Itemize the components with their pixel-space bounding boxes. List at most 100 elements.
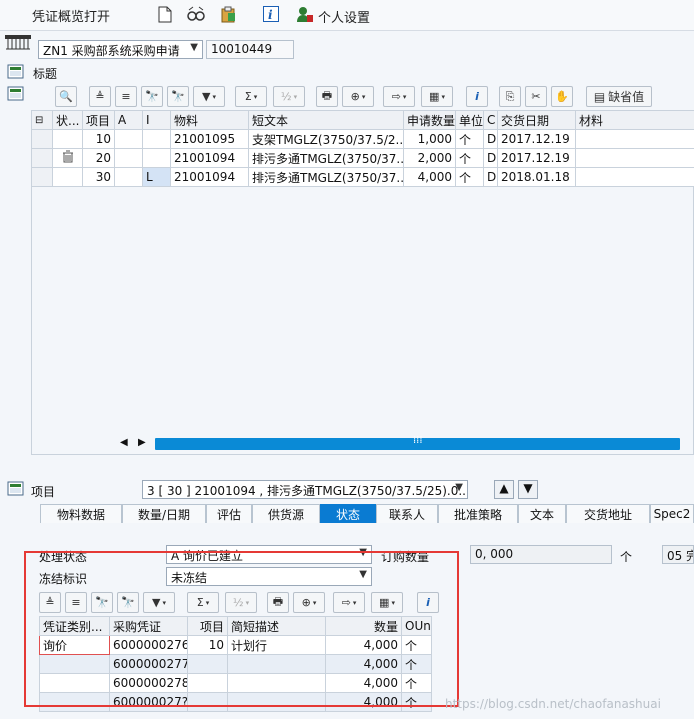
item-select[interactable]: 3 [ 30 ] 21001094 , 排污多通TMGLZ(3750/37.5/…: [142, 480, 468, 499]
row-order-unit[interactable]: 个: [401, 692, 432, 712]
subtotal-icon[interactable]: ½ ▾: [273, 86, 305, 107]
completion-field[interactable]: 05 完: [662, 545, 694, 564]
row-i[interactable]: [142, 129, 171, 149]
row-item[interactable]: 30: [82, 167, 115, 187]
col-order-unit[interactable]: OUn: [401, 616, 432, 636]
filter-icon[interactable]: ▼ ▾: [143, 592, 175, 613]
row-material-group[interactable]: [575, 148, 694, 168]
glasses-display-icon[interactable]: [187, 5, 205, 23]
row-short-desc[interactable]: [227, 673, 326, 693]
row-short-text[interactable]: 排污多通TMGLZ(3750/37...: [248, 148, 404, 168]
document-overview-icon[interactable]: [4, 34, 34, 52]
sort-descending-icon[interactable]: ≡: [115, 86, 137, 107]
tab-source-of-supply[interactable]: 供货源: [252, 504, 320, 523]
tab-delivery-address[interactable]: 交货地址: [566, 504, 650, 523]
sort-descending-icon[interactable]: ≡: [65, 592, 87, 613]
row-qty[interactable]: 4,000: [403, 167, 456, 187]
row-quantity[interactable]: 4,000: [325, 673, 402, 693]
attach-icon[interactable]: ✋: [551, 86, 573, 107]
subtotal-icon[interactable]: ½ ▾: [225, 592, 257, 613]
filter-icon[interactable]: ▼ ▾: [193, 86, 225, 107]
row-item[interactable]: 10: [82, 129, 115, 149]
row-qty[interactable]: 2,000: [403, 148, 456, 168]
layout-icon[interactable]: ▦ ▾: [371, 592, 403, 613]
row-quantity[interactable]: 4,000: [325, 654, 402, 674]
help-info-icon[interactable]: i: [466, 86, 488, 107]
row-unit[interactable]: 个: [455, 148, 484, 168]
sum-icon[interactable]: Σ ▾: [187, 592, 219, 613]
col-short-desc[interactable]: 简短描述: [227, 616, 326, 636]
col-request-qty[interactable]: 申请数量: [403, 110, 456, 130]
row-purchasing-doc[interactable]: 600000027?: [109, 692, 188, 712]
col-c[interactable]: C: [483, 110, 498, 130]
row-doc-category[interactable]: 询价: [39, 635, 110, 655]
row-a[interactable]: [114, 148, 143, 168]
table-row[interactable]: 600000027? 4,000 个: [39, 692, 432, 712]
row-quantity[interactable]: 4,000: [325, 692, 402, 712]
find-icon[interactable]: 🔭: [141, 86, 163, 107]
views-icon[interactable]: ⊕ ▾: [342, 86, 374, 107]
row-date[interactable]: 2018.01.18: [497, 167, 576, 187]
row-short-desc[interactable]: [227, 692, 326, 712]
next-item-button[interactable]: ▼: [518, 480, 538, 499]
document-number-field[interactable]: 10010449: [206, 40, 294, 59]
row-item[interactable]: [187, 692, 228, 712]
processing-status-select[interactable]: A 询价已建立 ▼: [166, 545, 372, 564]
default-values-button[interactable]: ▤ 缺省值: [586, 86, 652, 107]
col-i[interactable]: I: [142, 110, 171, 130]
row-order-unit[interactable]: 个: [401, 673, 432, 693]
row-short-desc[interactable]: 计划行: [227, 635, 326, 655]
freeze-indicator-select[interactable]: 未冻结 ▼: [166, 567, 372, 586]
row-item[interactable]: [187, 673, 228, 693]
row-doc-category[interactable]: [39, 654, 110, 674]
user-settings-icon[interactable]: [296, 5, 314, 23]
find-next-icon[interactable]: 🔭: [167, 86, 189, 107]
row-selector[interactable]: [31, 148, 53, 168]
row-i[interactable]: L: [142, 167, 171, 187]
col-doc-category[interactable]: 凭证类别...: [39, 616, 110, 636]
info-icon[interactable]: i: [262, 5, 280, 23]
scroll-left-icon[interactable]: ◀: [120, 437, 128, 448]
row-short-text[interactable]: 支架TMGLZ(3750/37.5/2...: [248, 129, 404, 149]
export-icon[interactable]: ⇨ ▾: [383, 86, 415, 107]
tab-material-data[interactable]: 物料数据: [40, 504, 122, 523]
row-item[interactable]: 10: [187, 635, 228, 655]
print-icon[interactable]: 🖶: [267, 592, 289, 613]
row-c[interactable]: D: [483, 148, 498, 168]
row-c[interactable]: D: [483, 129, 498, 149]
tab-release-strategy[interactable]: 批准策略: [438, 504, 518, 523]
row-order-unit[interactable]: 个: [401, 654, 432, 674]
row-selector[interactable]: [31, 167, 53, 187]
row-doc-category[interactable]: [39, 692, 110, 712]
row-date[interactable]: 2017.12.19: [497, 129, 576, 149]
export-icon[interactable]: ⇨ ▾: [333, 592, 365, 613]
row-material[interactable]: 21001094: [170, 167, 249, 187]
collapse-items-icon[interactable]: [7, 86, 25, 102]
row-item[interactable]: 20: [82, 148, 115, 168]
col-delivery-date[interactable]: 交货日期: [497, 110, 576, 130]
row-purchasing-doc[interactable]: 6000000276: [109, 635, 188, 655]
sum-icon[interactable]: Σ ▾: [235, 86, 267, 107]
row-material-group[interactable]: [575, 129, 694, 149]
col-a[interactable]: A: [114, 110, 143, 130]
table-row[interactable]: 6000000278 4,000 个: [39, 673, 432, 693]
col-unit[interactable]: 单位: [455, 110, 484, 130]
scroll-right-icon[interactable]: ▶: [138, 437, 146, 448]
sort-ascending-icon[interactable]: ≜: [39, 592, 61, 613]
row-qty[interactable]: 1,000: [403, 129, 456, 149]
col-quantity[interactable]: 数量: [325, 616, 402, 636]
new-document-icon[interactable]: [156, 5, 174, 23]
row-doc-category[interactable]: [39, 673, 110, 693]
find-next-icon[interactable]: 🔭: [117, 592, 139, 613]
row-unit[interactable]: 个: [455, 167, 484, 187]
find-icon[interactable]: 🔭: [91, 592, 113, 613]
layout-icon[interactable]: ▦ ▾: [421, 86, 453, 107]
row-material-group[interactable]: [575, 167, 694, 187]
help-info-icon[interactable]: i: [417, 592, 439, 613]
row-i[interactable]: [142, 148, 171, 168]
views-icon[interactable]: ⊕ ▾: [293, 592, 325, 613]
sort-ascending-icon[interactable]: ≜: [89, 86, 111, 107]
col-item[interactable]: 项目: [82, 110, 115, 130]
tab-status[interactable]: 状态: [320, 504, 376, 523]
personal-settings-label[interactable]: 个人设置: [318, 7, 370, 26]
